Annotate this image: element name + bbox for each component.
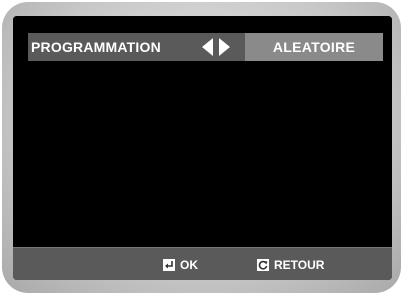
osd-header: PROGRAMMATION ALEATOIRE xyxy=(13,16,392,79)
osd-content-area xyxy=(13,79,392,247)
osd-footer: OK RETOUR xyxy=(13,247,392,280)
triangle-left-icon[interactable] xyxy=(202,38,213,56)
osd-screen: PROGRAMMATION ALEATOIRE OK RETOUR xyxy=(13,16,392,280)
enter-icon xyxy=(163,259,175,271)
return-icon xyxy=(257,259,269,271)
back-label: RETOUR xyxy=(274,258,325,272)
ok-button[interactable]: OK xyxy=(163,256,198,274)
back-button[interactable]: RETOUR xyxy=(257,256,324,274)
ok-label: OK xyxy=(180,258,198,272)
selected-value[interactable]: ALEATOIRE xyxy=(245,33,383,61)
triangle-right-icon[interactable] xyxy=(219,38,230,56)
menu-title: PROGRAMMATION xyxy=(31,39,161,55)
